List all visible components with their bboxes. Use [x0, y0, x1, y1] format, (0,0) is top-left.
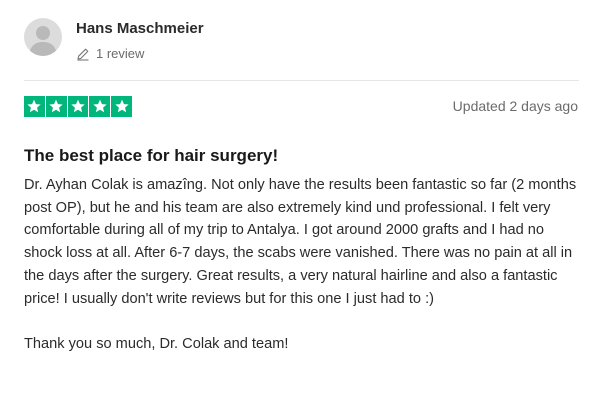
- pencil-icon: [76, 47, 90, 61]
- review-paragraph: Thank you so much, Dr. Colak and team!: [24, 335, 289, 352]
- review-title: The best place for hair surgery!: [24, 146, 279, 165]
- star-icon: [24, 96, 45, 117]
- review-count: 1 review: [76, 46, 144, 61]
- review-count-label: 1 review: [96, 46, 145, 61]
- divider: [24, 80, 579, 81]
- updated-timestamp: Updated 2 days ago: [452, 98, 578, 114]
- star-icon: [45, 96, 67, 117]
- review-body: Dr. Ayhan Colak is amazîng. Not only hav…: [24, 174, 584, 356]
- avatar[interactable]: [24, 18, 62, 56]
- review-card: Hans Maschmeier 1 review Updated 2 days …: [0, 0, 599, 403]
- star-icon: [111, 96, 132, 117]
- user-silhouette-icon: [29, 26, 57, 56]
- review-paragraph: Dr. Ayhan Colak is amazîng. Not only hav…: [24, 177, 577, 307]
- star-icon: [67, 96, 89, 117]
- reviewer-name[interactable]: Hans Maschmeier: [76, 20, 204, 37]
- star-icon: [89, 96, 111, 117]
- star-rating: [24, 96, 132, 117]
